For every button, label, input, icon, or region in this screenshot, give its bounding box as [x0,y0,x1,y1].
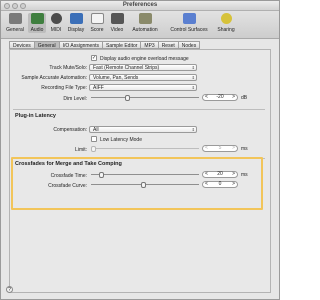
control-surfaces-icon [182,13,196,24]
dim-level-unit: dB [241,95,248,101]
recording-file-type-label: Recording File Type: [41,85,87,91]
tab-general[interactable]: General [33,41,59,49]
sample-accurate-automation-label: Sample Accurate Automation: [21,75,87,81]
display-overload-label: Display audio engine overload message [100,56,189,62]
crossfade-curve-label: Crossfade Curve: [48,183,87,189]
window-title: Preferences [122,2,158,8]
dim-level-slider-thumb[interactable] [125,95,130,101]
crossfade-time-unit: ms [241,172,248,178]
plugin-latency-heading: Plug-in Latency [15,113,56,119]
increment-icon[interactable]: > [232,182,235,187]
sample-accurate-automation-select[interactable]: Volume, Pan, Sends ⇕ [89,74,197,81]
compensation-select[interactable]: All ⇕ [89,126,197,133]
dim-level-stepper[interactable]: < -20 > [202,94,238,101]
chevron-updown-icon: ⇕ [191,65,195,70]
tab-devices[interactable]: Devices [9,41,34,49]
display-icon [69,13,83,24]
automation-icon [138,13,152,24]
tab-nodes[interactable]: Nodes [177,41,201,49]
limit-stepper[interactable]: < 5 > [202,145,238,152]
score-icon [90,13,104,24]
toolbar-midi-button[interactable]: MIDI [48,13,64,33]
limit-slider[interactable] [91,145,199,153]
tab-mp3[interactable]: MP3 [140,41,158,49]
limit-label: Limit: [75,147,87,153]
dim-level-label: Dim Level: [63,96,87,102]
audio-interface-icon [30,13,44,24]
switch-icon [8,13,22,24]
toolbar-control-surfaces-button[interactable]: Control Surfaces [165,13,213,33]
crossfade-time-slider-thumb[interactable] [99,172,104,178]
compensation-label: Compensation: [53,127,87,133]
display-overload-checkbox[interactable]: ✓ [91,55,97,61]
crossfade-curve-slider-thumb[interactable] [141,182,146,188]
limit-slider-thumb[interactable] [91,146,96,152]
limit-unit: ms [241,146,248,152]
title-bar: Preferences [1,1,279,11]
track-mute-solo-label: Track Mute/Solo: [49,65,87,71]
low-latency-mode-checkbox[interactable] [91,136,97,142]
tab-sample-editor[interactable]: Sample Editor [102,41,141,49]
increment-icon[interactable]: > [232,172,235,177]
chevron-updown-icon: ⇕ [191,75,195,80]
toolbar-general-button[interactable]: General [4,13,26,33]
increment-icon[interactable]: > [232,146,235,151]
chevron-updown-icon: ⇕ [191,85,195,90]
low-latency-mode-label: Low Latency Mode [100,137,142,143]
toolbar-automation-button[interactable]: Automation [129,13,161,33]
toolbar-video-button[interactable]: Video [108,13,126,33]
recording-file-type-select[interactable]: AIFF ⇕ [89,84,197,91]
crossfade-time-stepper[interactable]: < 20 > [202,171,238,178]
help-button[interactable]: ? [6,286,13,293]
crossfades-heading: Crossfades for Merge and Take Comping [15,161,122,167]
toolbar-sharing-button[interactable]: Sharing [214,13,238,33]
section-divider [13,109,265,110]
audio-tab-bar: Devices General I/O Assignments Sample E… [9,41,201,49]
preferences-window: Preferences General Audio MIDI Display S… [0,0,280,300]
crossfade-curve-stepper[interactable]: < 0 > [202,181,238,188]
toolbar-score-button[interactable]: Score [88,13,106,33]
tab-io-assignments[interactable]: I/O Assignments [58,41,102,49]
increment-icon[interactable]: > [232,95,235,100]
video-icon [110,13,124,24]
toolbar-display-button[interactable]: Display [66,13,86,33]
crossfade-time-slider[interactable] [91,171,199,179]
midi-icon [50,13,62,24]
chevron-updown-icon: ⇕ [191,127,195,132]
preferences-toolbar: General Audio MIDI Display Score Video A… [1,11,279,39]
crossfade-time-label: Crossfade Time: [50,173,87,179]
toolbar-audio-button[interactable]: Audio [28,13,46,33]
tab-reset[interactable]: Reset [157,41,178,49]
crossfade-curve-slider[interactable] [91,181,199,189]
track-mute-solo-select[interactable]: Fast (Remote Channel Strips) ⇕ [89,64,197,71]
sharing-icon [220,13,232,24]
dim-level-slider[interactable] [91,94,199,102]
